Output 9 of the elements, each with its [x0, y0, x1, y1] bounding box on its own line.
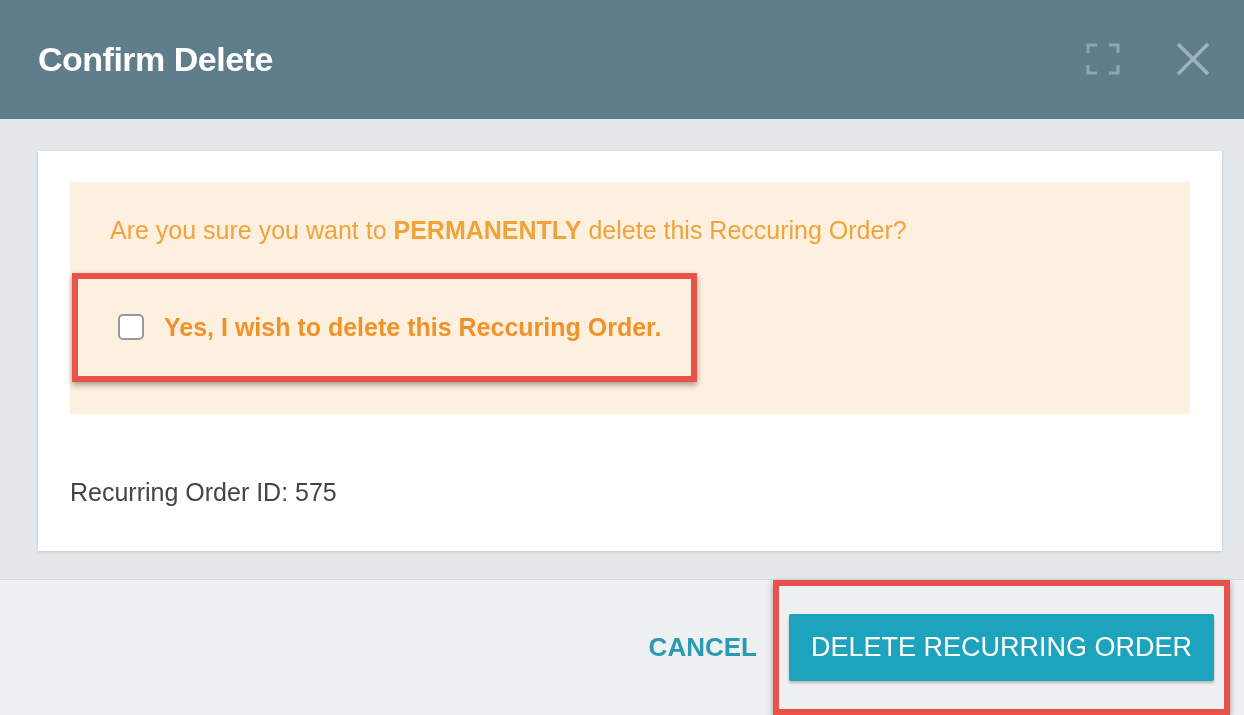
warning-message: Are you sure you want to PERMANENTLY delete this Reccuring Order?: [110, 214, 908, 245]
order-id-text: Recurring Order ID: 575: [70, 477, 338, 507]
dialog-title: Confirm Delete: [38, 39, 274, 79]
confirm-checkbox[interactable]: [118, 314, 144, 341]
checkbox-label[interactable]: Yes, I wish to delete this Reccuring Order.: [164, 312, 662, 342]
fullscreen-icon[interactable]: [1086, 43, 1120, 76]
close-icon[interactable]: [1176, 42, 1210, 77]
delete-button[interactable]: DELETE RECURRING ORDER: [788, 614, 1214, 681]
cancel-button[interactable]: CANCEL: [648, 622, 757, 673]
